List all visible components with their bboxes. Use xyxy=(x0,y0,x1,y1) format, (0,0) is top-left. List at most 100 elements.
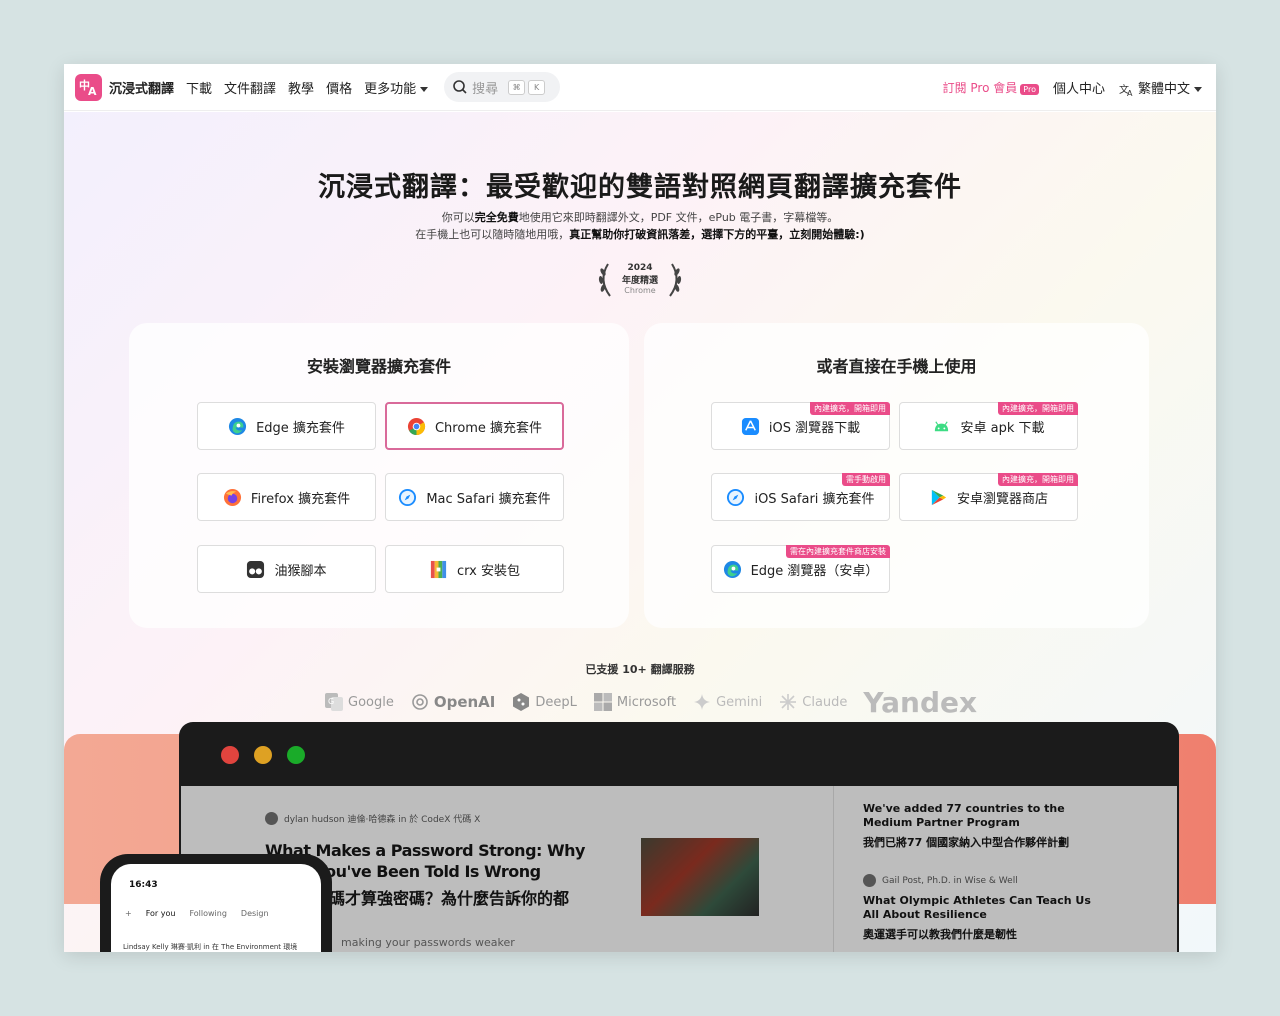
award-badge: 2024 年度精選 Chrome xyxy=(594,260,686,302)
nav-link-document[interactable]: 文件翻譯 xyxy=(224,78,276,97)
phone-tab-add[interactable]: + xyxy=(125,909,132,918)
provider-openai: OpenAI xyxy=(410,692,495,712)
firefox-extension-button[interactable]: Firefox 擴充套件 xyxy=(197,473,376,521)
supported-services-label: 已支援 10+ 翻譯服務 xyxy=(585,663,695,676)
firefox-icon xyxy=(223,488,241,506)
provider-logos: G Google OpenAI DeepL Microsoft Gemini C… xyxy=(324,686,993,719)
subscribe-pro-link[interactable]: 訂閱 Pro 會員 Pro xyxy=(943,79,1039,96)
safari-extension-button[interactable]: Mac Safari 擴充套件 xyxy=(385,473,564,521)
side-author: Gail Post, Ph.D. in Wise & Well xyxy=(882,875,1018,886)
userscript-label: 油猴腳本 xyxy=(274,563,327,579)
nav-link-tutorial[interactable]: 教學 xyxy=(288,78,314,97)
provider-yandex-label: Yandex xyxy=(863,685,978,719)
mobile-panel: 或者直接在手機上使用 內建擴充，開箱即用 iOS 瀏覽器下載 內建擴充，開箱即用… xyxy=(644,323,1149,628)
google-translate-icon: G xyxy=(325,693,343,711)
provider-google: G Google xyxy=(324,692,394,712)
tag-built-in: 內建擴充，開箱即用 xyxy=(998,402,1078,415)
archive-icon xyxy=(430,560,447,578)
language-label: 繁體中文 xyxy=(1137,82,1190,97)
page-title: 沉浸式翻譯：最受歡迎的雙語對照網頁翻譯擴充套件 xyxy=(318,172,962,203)
side-meta: Gail Post, Ph.D. in Wise & Well xyxy=(863,874,1018,887)
provider-microsoft: Microsoft xyxy=(593,692,676,712)
phone-tab-following[interactable]: Following xyxy=(189,909,226,918)
edge-android-label: Edge 瀏覽器（安卓） xyxy=(750,563,879,579)
window-minimize-dot xyxy=(254,746,272,764)
ios-safari-label: iOS Safari 擴充套件 xyxy=(754,491,875,507)
nav-more-label: 更多功能 xyxy=(364,81,417,97)
crx-package-button[interactable]: crx 安裝包 xyxy=(385,545,564,593)
provider-claude-label: Claude xyxy=(802,694,848,710)
ios-browser-download-button[interactable]: 內建擴充，開箱即用 iOS 瀏覽器下載 xyxy=(711,402,890,450)
language-switcher[interactable]: 文 A 繁體中文 xyxy=(1119,78,1202,98)
shortcut-key-cmd: ⌘ xyxy=(508,79,526,95)
claude-icon xyxy=(780,694,797,710)
shortcut-key-k: K xyxy=(528,79,546,95)
browser-extension-panel: 安裝瀏覽器擴充套件 Edge 擴充套件 Chrome 擴充套件 Firefox … xyxy=(129,323,629,628)
article-thumbnail xyxy=(641,838,759,916)
author-avatar xyxy=(863,874,876,887)
deepl-icon xyxy=(513,693,530,711)
ios-safari-extension-button[interactable]: 需手動啟用 iOS Safari 擴充套件 xyxy=(711,473,890,521)
safari-icon xyxy=(727,488,745,506)
android-apk-button[interactable]: 內建擴充，開箱即用 安卓 apk 下載 xyxy=(899,402,1078,450)
side-headline-1-translated: 我們已將77 個國家納入中型合作夥伴計劃 xyxy=(863,836,1070,849)
provider-claude: Claude xyxy=(778,692,847,712)
microsoft-icon xyxy=(593,693,612,711)
sub1-post: 地使用它來即時翻譯外文，PDF 文件，ePub 電子書，字幕檔等。 xyxy=(518,211,839,224)
svg-text:G: G xyxy=(328,697,334,706)
phone-mockup: 16:43 + For you Following Design Lindsay… xyxy=(100,854,332,952)
userscript-button[interactable]: 油猴腳本 xyxy=(197,545,376,593)
android-apk-label: 安卓 apk 下載 xyxy=(960,420,1045,436)
laurel-icon xyxy=(598,263,682,297)
tag-manual-enable: 需手動啟用 xyxy=(842,473,890,486)
phone-tab-for-you[interactable]: For you xyxy=(146,909,176,918)
sub2-pre: 在手機上也可以隨時隨地用哦， xyxy=(415,228,570,241)
brand-logo-icon[interactable]: 中 A xyxy=(75,73,102,101)
phone-list-item: Lindsay Kelly 琳賽·凱利 in 在 The Environment… xyxy=(123,943,298,951)
provider-microsoft-label: Microsoft xyxy=(616,694,677,710)
safari-extension-label: Mac Safari 擴充套件 xyxy=(426,491,551,507)
chevron-down-icon xyxy=(1194,87,1202,92)
android-store-button[interactable]: 內建擴充，開箱即用 安卓瀏覽器商店 xyxy=(899,473,1078,521)
edge-icon xyxy=(229,417,247,435)
chrome-extension-button[interactable]: Chrome 擴充套件 xyxy=(385,402,564,450)
hero-section: 沉浸式翻譯：最受歡迎的雙語對照網頁翻譯擴充套件 你可以完全免費地使用它來即時翻譯… xyxy=(64,112,1216,952)
edge-android-button[interactable]: 需在內建擴充套件商店安裝 Edge 瀏覽器（安卓） xyxy=(711,545,890,593)
article-author: dylan hudson 迪倫·哈德森 in 於 CodeX 代碼 X xyxy=(284,815,481,825)
phone-tab-design[interactable]: Design xyxy=(241,909,269,918)
window-close-dot xyxy=(221,746,239,764)
sub1-bold: 完全免費 xyxy=(474,211,519,224)
brand-name[interactable]: 沉浸式翻譯 xyxy=(109,78,174,97)
phone-screen: 16:43 + For you Following Design Lindsay… xyxy=(111,864,321,952)
column-divider xyxy=(833,786,834,952)
translate-icon: 文A xyxy=(1119,83,1133,98)
edge-extension-button[interactable]: Edge 擴充套件 xyxy=(197,402,376,450)
ios-browser-label: iOS 瀏覽器下載 xyxy=(768,420,861,436)
android-icon xyxy=(935,420,949,431)
tag-store-install: 需在內建擴充套件商店安裝 xyxy=(786,545,890,558)
article-snippet: making your passwords weaker xyxy=(341,936,515,949)
provider-gemini: Gemini xyxy=(692,692,762,712)
chrome-extension-label: Chrome 擴充套件 xyxy=(434,420,543,436)
edge-extension-label: Edge 擴充套件 xyxy=(256,420,345,436)
subscribe-label: 訂閱 Pro 會員 xyxy=(942,81,1018,95)
provider-gemini-label: Gemini xyxy=(716,694,763,710)
tampermonkey-icon xyxy=(247,560,265,578)
account-link[interactable]: 個人中心 xyxy=(1053,78,1105,97)
android-store-label: 安卓瀏覽器商店 xyxy=(956,491,1048,507)
google-play-icon xyxy=(931,489,947,505)
edge-icon xyxy=(723,560,741,578)
svg-text:A: A xyxy=(1127,89,1133,97)
side-headline-1: We've added 77 countries to the Medium P… xyxy=(863,802,1065,829)
pro-badge: Pro xyxy=(1020,84,1039,95)
window-zoom-dot xyxy=(287,746,305,764)
provider-yandex: Yandex xyxy=(863,686,977,719)
nav-link-download[interactable]: 下載 xyxy=(186,78,212,97)
nav-more-menu[interactable]: 更多功能 xyxy=(364,78,429,97)
gemini-icon xyxy=(694,694,711,710)
search-input[interactable]: 搜尋 ⌘ K xyxy=(444,72,561,102)
nav-link-pricing[interactable]: 價格 xyxy=(326,78,352,97)
chevron-down-icon xyxy=(420,86,429,92)
side-headline-2-translated: 奧運選手可以教我們什麼是韌性 xyxy=(863,928,1017,941)
provider-google-label: Google xyxy=(348,694,394,710)
